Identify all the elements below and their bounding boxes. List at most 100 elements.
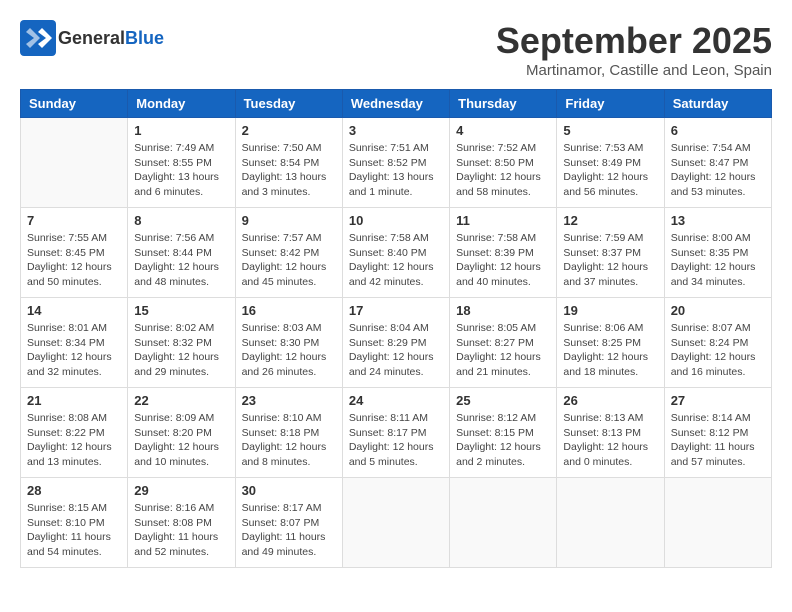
month-title: September 2025 (496, 20, 772, 62)
day-info: Sunrise: 7:55 AM Sunset: 8:45 PM Dayligh… (27, 231, 121, 290)
day-info: Sunrise: 7:51 AM Sunset: 8:52 PM Dayligh… (349, 141, 443, 200)
calendar-cell: 29 Sunrise: 8:16 AM Sunset: 8:08 PM Dayli… (128, 478, 235, 568)
day-number: 2 (242, 123, 336, 138)
day-number: 17 (349, 303, 443, 318)
day-info: Sunrise: 7:50 AM Sunset: 8:54 PM Dayligh… (242, 141, 336, 200)
calendar-cell: 2 Sunrise: 7:50 AM Sunset: 8:54 PM Daylig… (235, 118, 342, 208)
calendar-cell: 9 Sunrise: 7:57 AM Sunset: 8:42 PM Daylig… (235, 208, 342, 298)
day-number: 3 (349, 123, 443, 138)
calendar-cell: 14 Sunrise: 8:01 AM Sunset: 8:34 PM Dayli… (21, 298, 128, 388)
day-info: Sunrise: 8:03 AM Sunset: 8:30 PM Dayligh… (242, 321, 336, 380)
calendar-cell: 12 Sunrise: 7:59 AM Sunset: 8:37 PM Dayli… (557, 208, 664, 298)
day-number: 1 (134, 123, 228, 138)
day-number: 14 (27, 303, 121, 318)
logo-icon (20, 20, 56, 56)
day-header-saturday: Saturday (664, 90, 771, 118)
day-info: Sunrise: 8:04 AM Sunset: 8:29 PM Dayligh… (349, 321, 443, 380)
day-info: Sunrise: 8:06 AM Sunset: 8:25 PM Dayligh… (563, 321, 657, 380)
day-info: Sunrise: 7:58 AM Sunset: 8:40 PM Dayligh… (349, 231, 443, 290)
title-block: September 2025 Martinamor, Castille and … (496, 20, 772, 79)
day-number: 9 (242, 213, 336, 228)
day-number: 27 (671, 393, 765, 408)
day-info: Sunrise: 7:56 AM Sunset: 8:44 PM Dayligh… (134, 231, 228, 290)
day-info: Sunrise: 8:17 AM Sunset: 8:07 PM Dayligh… (242, 501, 336, 560)
calendar-header-row: SundayMondayTuesdayWednesdayThursdayFrid… (21, 90, 772, 118)
day-info: Sunrise: 8:13 AM Sunset: 8:13 PM Dayligh… (563, 411, 657, 470)
day-number: 23 (242, 393, 336, 408)
day-header-friday: Friday (557, 90, 664, 118)
day-info: Sunrise: 7:57 AM Sunset: 8:42 PM Dayligh… (242, 231, 336, 290)
day-info: Sunrise: 7:53 AM Sunset: 8:49 PM Dayligh… (563, 141, 657, 200)
calendar-cell: 10Sunrise: 7:58 AM Sunset: 8:40 PM Dayli… (342, 208, 449, 298)
day-number: 28 (27, 483, 121, 498)
day-info: Sunrise: 8:14 AM Sunset: 8:12 PM Dayligh… (671, 411, 765, 470)
calendar-cell: 27 Sunrise: 8:14 AM Sunset: 8:12 PM Dayli… (664, 388, 771, 478)
day-info: Sunrise: 8:11 AM Sunset: 8:17 PM Dayligh… (349, 411, 443, 470)
calendar-cell: 20 Sunrise: 8:07 AM Sunset: 8:24 PM Dayli… (664, 298, 771, 388)
calendar-cell: 23 Sunrise: 8:10 AM Sunset: 8:18 PM Dayli… (235, 388, 342, 478)
day-number: 25 (456, 393, 550, 408)
day-info: Sunrise: 8:15 AM Sunset: 8:10 PM Dayligh… (27, 501, 121, 560)
day-number: 18 (456, 303, 550, 318)
week-row-4: 21 Sunrise: 8:08 AM Sunset: 8:22 PM Dayli… (21, 388, 772, 478)
day-info: Sunrise: 7:59 AM Sunset: 8:37 PM Dayligh… (563, 231, 657, 290)
calendar-cell: 18 Sunrise: 8:05 AM Sunset: 8:27 PM Dayli… (450, 298, 557, 388)
calendar-cell: 22Sunrise: 8:09 AM Sunset: 8:20 PM Dayli… (128, 388, 235, 478)
day-header-sunday: Sunday (21, 90, 128, 118)
day-number: 29 (134, 483, 228, 498)
calendar-cell: 4 Sunrise: 7:52 AM Sunset: 8:50 PM Daylig… (450, 118, 557, 208)
day-info: Sunrise: 7:49 AM Sunset: 8:55 PM Dayligh… (134, 141, 228, 200)
calendar-cell (21, 118, 128, 208)
week-row-1: 1 Sunrise: 7:49 AM Sunset: 8:55 PM Daylig… (21, 118, 772, 208)
calendar-cell: 1 Sunrise: 7:49 AM Sunset: 8:55 PM Daylig… (128, 118, 235, 208)
calendar-cell: 17 Sunrise: 8:04 AM Sunset: 8:29 PM Dayli… (342, 298, 449, 388)
day-info: Sunrise: 8:12 AM Sunset: 8:15 PM Dayligh… (456, 411, 550, 470)
calendar-cell: 8Sunrise: 7:56 AM Sunset: 8:44 PM Daylig… (128, 208, 235, 298)
calendar-cell: 30 Sunrise: 8:17 AM Sunset: 8:07 PM Dayli… (235, 478, 342, 568)
calendar-cell: 21 Sunrise: 8:08 AM Sunset: 8:22 PM Dayli… (21, 388, 128, 478)
calendar-cell: 16 Sunrise: 8:03 AM Sunset: 8:30 PM Dayli… (235, 298, 342, 388)
day-info: Sunrise: 7:52 AM Sunset: 8:50 PM Dayligh… (456, 141, 550, 200)
calendar-cell (450, 478, 557, 568)
day-number: 22 (134, 393, 228, 408)
day-number: 5 (563, 123, 657, 138)
calendar-cell (664, 478, 771, 568)
calendar-cell: 28 Sunrise: 8:15 AM Sunset: 8:10 PM Dayli… (21, 478, 128, 568)
week-row-2: 7 Sunrise: 7:55 AM Sunset: 8:45 PM Daylig… (21, 208, 772, 298)
day-number: 19 (563, 303, 657, 318)
day-number: 24 (349, 393, 443, 408)
day-number: 30 (242, 483, 336, 498)
logo-text: GeneralBlue (58, 28, 164, 49)
day-header-thursday: Thursday (450, 90, 557, 118)
calendar-cell: 25 Sunrise: 8:12 AM Sunset: 8:15 PM Dayli… (450, 388, 557, 478)
day-header-monday: Monday (128, 90, 235, 118)
day-info: Sunrise: 8:01 AM Sunset: 8:34 PM Dayligh… (27, 321, 121, 380)
logo: GeneralBlue (20, 20, 164, 56)
page-header: GeneralBlue September 2025 Martinamor, C… (20, 20, 772, 79)
calendar-cell: 7 Sunrise: 7:55 AM Sunset: 8:45 PM Daylig… (21, 208, 128, 298)
calendar-cell: 26 Sunrise: 8:13 AM Sunset: 8:13 PM Dayli… (557, 388, 664, 478)
day-number: 7 (27, 213, 121, 228)
day-info: Sunrise: 8:10 AM Sunset: 8:18 PM Dayligh… (242, 411, 336, 470)
day-info: Sunrise: 8:08 AM Sunset: 8:22 PM Dayligh… (27, 411, 121, 470)
day-number: 21 (27, 393, 121, 408)
day-number: 13 (671, 213, 765, 228)
day-number: 20 (671, 303, 765, 318)
location-subtitle: Martinamor, Castille and Leon, Spain (496, 62, 772, 79)
day-info: Sunrise: 8:16 AM Sunset: 8:08 PM Dayligh… (134, 501, 228, 560)
calendar-cell: 11Sunrise: 7:58 AM Sunset: 8:39 PM Dayli… (450, 208, 557, 298)
day-number: 11 (456, 213, 550, 228)
day-number: 12 (563, 213, 657, 228)
calendar-table: SundayMondayTuesdayWednesdayThursdayFrid… (20, 89, 772, 568)
day-number: 26 (563, 393, 657, 408)
day-info: Sunrise: 8:05 AM Sunset: 8:27 PM Dayligh… (456, 321, 550, 380)
calendar-cell: 24 Sunrise: 8:11 AM Sunset: 8:17 PM Dayli… (342, 388, 449, 478)
day-info: Sunrise: 8:02 AM Sunset: 8:32 PM Dayligh… (134, 321, 228, 380)
day-header-wednesday: Wednesday (342, 90, 449, 118)
calendar-cell: 15Sunrise: 8:02 AM Sunset: 8:32 PM Dayli… (128, 298, 235, 388)
day-number: 16 (242, 303, 336, 318)
day-info: Sunrise: 8:07 AM Sunset: 8:24 PM Dayligh… (671, 321, 765, 380)
day-number: 6 (671, 123, 765, 138)
day-info: Sunrise: 8:00 AM Sunset: 8:35 PM Dayligh… (671, 231, 765, 290)
day-number: 4 (456, 123, 550, 138)
